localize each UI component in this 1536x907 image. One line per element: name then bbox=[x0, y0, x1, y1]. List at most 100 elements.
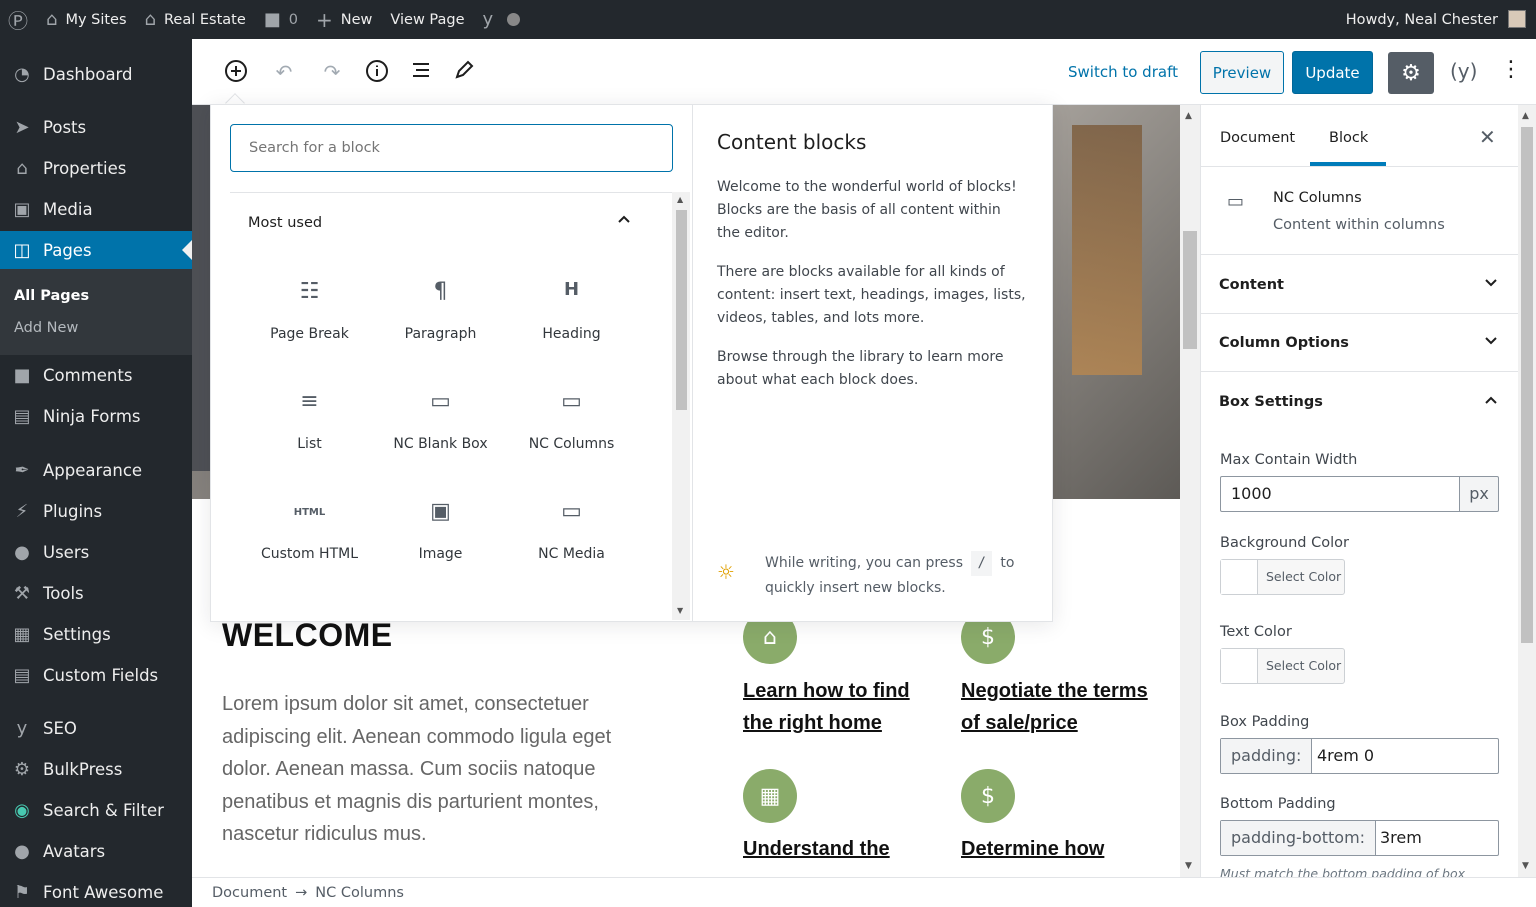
canvas-scroll-thumb[interactable] bbox=[1183, 231, 1197, 349]
block-list-item[interactable]: ≡ List bbox=[244, 381, 375, 481]
menu-media[interactable]: ▣ Media bbox=[0, 190, 192, 228]
menu-tools[interactable]: ⚒ Tools bbox=[0, 574, 192, 612]
block-page-break[interactable]: ☷ Page Break bbox=[244, 271, 375, 371]
block-nc-columns[interactable]: ▭ NC Columns bbox=[506, 381, 637, 481]
menu-ninja-forms[interactable]: ▤ Ninja Forms bbox=[0, 397, 192, 435]
feature-link-understand[interactable]: Understand the bbox=[743, 833, 943, 865]
chevron-up-icon[interactable] bbox=[616, 211, 632, 231]
submenu-all-pages[interactable]: All Pages bbox=[14, 288, 89, 304]
html-icon: HTML bbox=[293, 507, 326, 518]
lightbulb-icon: ☼ bbox=[717, 560, 735, 584]
undo-icon[interactable]: ↶ bbox=[271, 59, 297, 85]
info-icon[interactable] bbox=[364, 59, 390, 85]
comments-button[interactable]: ■ 0 bbox=[255, 0, 307, 39]
scroll-up-icon[interactable]: ▲ bbox=[1185, 111, 1192, 121]
menu-font-awesome[interactable]: ⚑ Font Awesome bbox=[0, 873, 192, 907]
panel-column-options-toggle[interactable]: Column Options bbox=[1219, 335, 1349, 351]
edit-pencil-icon[interactable] bbox=[451, 59, 477, 85]
welcome-heading[interactable]: WELCOME bbox=[222, 617, 393, 654]
feature-link-negotiate[interactable]: Negotiate the terms of sale/price bbox=[961, 675, 1161, 739]
chevron-up-icon[interactable] bbox=[1483, 392, 1499, 412]
bottom-padding-input[interactable]: padding-bottom: 3rem bbox=[1220, 820, 1499, 856]
block-heading[interactable]: H Heading bbox=[506, 271, 637, 371]
more-options-button[interactable]: ⋮ bbox=[1500, 55, 1522, 85]
update-button[interactable]: Update bbox=[1292, 51, 1373, 94]
chevron-down-icon[interactable] bbox=[1483, 275, 1499, 295]
settings-sidebar-scrollbar[interactable]: ▲ ▼ bbox=[1518, 105, 1536, 877]
menu-search-filter[interactable]: ◉ Search & Filter bbox=[0, 791, 192, 829]
feature-link-determine[interactable]: Determine how bbox=[961, 833, 1161, 865]
panel-content-toggle[interactable]: Content bbox=[1219, 277, 1284, 293]
menu-comments[interactable]: ■ Comments bbox=[0, 356, 192, 394]
feature-link-find-home[interactable]: Learn how to find the right home bbox=[743, 675, 943, 739]
block-search-input[interactable] bbox=[230, 124, 673, 172]
wordpress-logo-button[interactable]: Ⓟ bbox=[0, 0, 37, 39]
hero-image-edge bbox=[192, 105, 212, 471]
view-page-label: View Page bbox=[390, 11, 465, 28]
block-nc-blank-box[interactable]: ▭ NC Blank Box bbox=[375, 381, 506, 481]
box-padding-input[interactable]: padding: 4rem 0 bbox=[1220, 738, 1499, 774]
preview-button[interactable]: Preview bbox=[1200, 51, 1284, 94]
menu-posts[interactable]: ➤ Posts bbox=[0, 108, 192, 146]
menu-custom-fields[interactable]: ▤ Custom Fields bbox=[0, 656, 192, 694]
menu-label: Appearance bbox=[43, 460, 143, 480]
menu-avatars[interactable]: ● Avatars bbox=[0, 832, 192, 870]
menu-settings[interactable]: ▦ Settings bbox=[0, 615, 192, 653]
close-icon[interactable]: ✕ bbox=[1479, 125, 1496, 149]
breadcrumb-document[interactable]: Document bbox=[212, 885, 287, 901]
new-label: New bbox=[340, 11, 373, 28]
text-color-picker[interactable]: Select Color bbox=[1220, 648, 1345, 684]
block-nc-media[interactable]: ▭ NC Media bbox=[506, 491, 637, 591]
canvas-scrollbar[interactable]: ▲ ▼ bbox=[1180, 105, 1200, 877]
block-paragraph[interactable]: ¶ Paragraph bbox=[375, 271, 506, 371]
brush-icon: ✒ bbox=[14, 459, 30, 481]
chevron-down-icon[interactable] bbox=[1483, 333, 1499, 353]
hero-image-detail bbox=[1072, 125, 1142, 375]
scroll-down-icon[interactable]: ▼ bbox=[677, 606, 683, 615]
block-custom-html[interactable]: HTML Custom HTML bbox=[244, 491, 375, 591]
block-label: NC Blank Box bbox=[393, 436, 488, 452]
block-image[interactable]: ▣ Image bbox=[375, 491, 506, 591]
account-menu[interactable]: Howdy, Neal Chester bbox=[1346, 0, 1498, 39]
block-list-scrollbar[interactable]: ▲ ▼ bbox=[672, 192, 690, 620]
redo-icon[interactable]: ↷ bbox=[319, 59, 345, 85]
scroll-down-icon[interactable]: ▼ bbox=[1522, 861, 1529, 871]
yoast-seo-button[interactable]: (y) bbox=[1450, 59, 1477, 87]
submenu-add-new[interactable]: Add New bbox=[14, 320, 78, 336]
list-icon: ≡ bbox=[300, 389, 319, 414]
new-content-menu[interactable]: + New bbox=[307, 0, 381, 39]
most-used-title[interactable]: Most used bbox=[248, 215, 322, 231]
scroll-up-icon[interactable]: ▲ bbox=[677, 195, 683, 204]
avatar[interactable] bbox=[1508, 10, 1526, 28]
tab-block[interactable]: Block bbox=[1329, 130, 1368, 146]
site-name-menu[interactable]: ⌂ Real Estate bbox=[136, 0, 255, 39]
menu-bulkpress[interactable]: ⚙ BulkPress bbox=[0, 750, 192, 788]
scroll-down-icon[interactable]: ▼ bbox=[1185, 861, 1192, 871]
menu-dashboard[interactable]: ◔ Dashboard bbox=[0, 55, 192, 93]
panel-box-settings-toggle[interactable]: Box Settings bbox=[1219, 394, 1323, 410]
menu-plugins[interactable]: ⚡ Plugins bbox=[0, 492, 192, 530]
breadcrumb-block[interactable]: NC Columns bbox=[315, 885, 404, 901]
menu-seo[interactable]: y SEO bbox=[0, 709, 192, 747]
menu-pages[interactable]: ◫ Pages bbox=[0, 231, 192, 269]
menu-properties[interactable]: ⌂ Properties bbox=[0, 149, 192, 187]
menu-label: Tools bbox=[43, 583, 84, 603]
menu-appearance[interactable]: ✒ Appearance bbox=[0, 451, 192, 489]
view-page-link[interactable]: View Page bbox=[381, 0, 473, 39]
settings-gear-button[interactable]: ⚙ bbox=[1388, 52, 1434, 94]
switch-to-draft-button[interactable]: Switch to draft bbox=[1068, 63, 1178, 81]
settings-sidebar-scroll-thumb[interactable] bbox=[1521, 127, 1533, 643]
background-color-picker[interactable]: Select Color bbox=[1220, 559, 1345, 595]
menu-users[interactable]: ● Users bbox=[0, 533, 192, 571]
scroll-up-icon[interactable]: ▲ bbox=[1522, 111, 1529, 121]
paragraph-icon: ¶ bbox=[433, 279, 448, 304]
add-block-icon[interactable] bbox=[223, 59, 249, 85]
menu-label: Media bbox=[43, 199, 93, 219]
block-navigation-icon[interactable] bbox=[408, 59, 434, 85]
my-sites-menu[interactable]: ⌂ My Sites bbox=[37, 0, 136, 39]
tab-document[interactable]: Document bbox=[1220, 130, 1295, 146]
block-list-scroll-thumb[interactable] bbox=[676, 210, 687, 410]
max-width-input[interactable]: 1000 bbox=[1220, 476, 1460, 512]
welcome-paragraph[interactable]: Lorem ipsum dolor sit amet, consectetuer… bbox=[222, 688, 642, 851]
yoast-menu[interactable]: y bbox=[474, 0, 530, 39]
